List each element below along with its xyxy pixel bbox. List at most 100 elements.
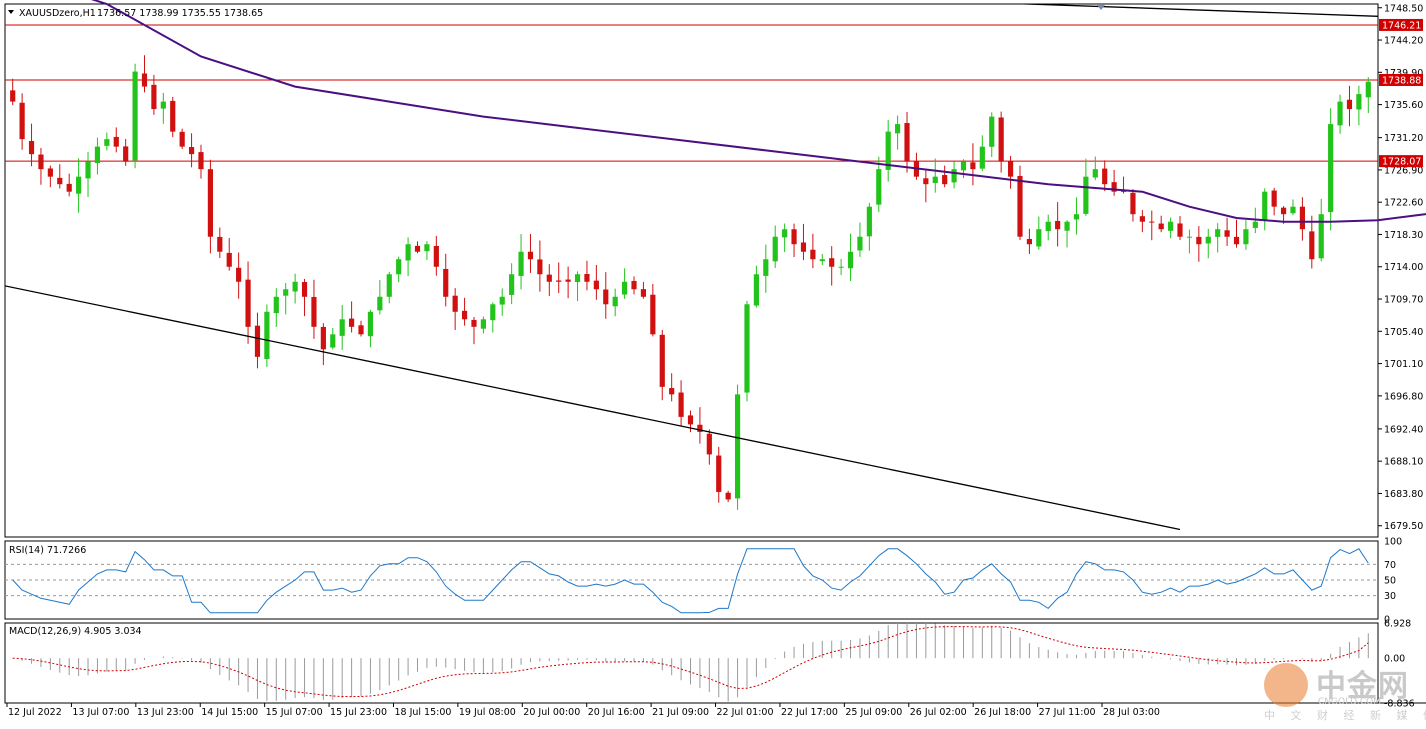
candle[interactable] — [1111, 169, 1117, 196]
candle[interactable] — [847, 233, 854, 281]
candle[interactable] — [1036, 216, 1042, 250]
candle[interactable] — [895, 115, 901, 150]
candle[interactable] — [1215, 223, 1221, 253]
candle[interactable] — [1130, 189, 1136, 222]
candle[interactable] — [1045, 214, 1051, 241]
candle[interactable] — [264, 304, 270, 367]
candle[interactable] — [1309, 215, 1315, 269]
candle[interactable] — [819, 253, 825, 266]
candle[interactable] — [1158, 215, 1164, 233]
candle[interactable] — [763, 244, 769, 293]
candle[interactable] — [66, 173, 72, 197]
candle[interactable] — [1196, 226, 1202, 262]
candle[interactable] — [622, 268, 628, 299]
candle[interactable] — [273, 288, 279, 327]
candle[interactable] — [499, 288, 505, 316]
candle[interactable] — [320, 323, 326, 366]
candle[interactable] — [556, 262, 562, 294]
candle[interactable] — [716, 446, 722, 503]
candle[interactable] — [217, 227, 223, 258]
candle[interactable] — [989, 112, 995, 158]
candle[interactable] — [1365, 77, 1371, 114]
candle[interactable] — [1017, 165, 1023, 240]
candle[interactable] — [85, 152, 91, 198]
candle[interactable] — [1168, 217, 1174, 239]
candle[interactable] — [612, 288, 618, 317]
candle[interactable] — [245, 261, 251, 344]
candle[interactable] — [1262, 188, 1268, 231]
candle[interactable] — [254, 312, 261, 369]
trading-chart[interactable]: 1748.50 1744.20 1739.90 1735.60 1731.20 1726.… — [0, 0, 1426, 725]
candle[interactable] — [885, 120, 891, 182]
candle[interactable] — [1205, 228, 1211, 259]
candle[interactable] — [349, 301, 355, 333]
candle[interactable] — [94, 137, 101, 175]
candle[interactable] — [960, 159, 967, 179]
candle[interactable] — [932, 158, 938, 193]
candle[interactable] — [38, 147, 44, 185]
candle[interactable] — [951, 161, 957, 189]
candle[interactable] — [226, 238, 232, 271]
candle[interactable] — [311, 279, 317, 339]
candle[interactable] — [1149, 210, 1155, 241]
candle[interactable] — [1290, 199, 1296, 216]
candle[interactable] — [791, 223, 797, 258]
candle[interactable] — [838, 258, 844, 276]
candle[interactable] — [57, 164, 63, 189]
candle[interactable] — [1177, 216, 1183, 241]
candle[interactable] — [725, 490, 731, 503]
candle[interactable] — [170, 96, 176, 138]
candle[interactable] — [518, 234, 524, 290]
candle[interactable] — [1055, 202, 1061, 247]
candle[interactable] — [386, 271, 392, 304]
chart-shift-marker-icon[interactable] — [1097, 5, 1105, 10]
candle[interactable] — [396, 256, 402, 283]
candle[interactable] — [631, 276, 637, 295]
candle[interactable] — [942, 165, 948, 188]
candle[interactable] — [28, 123, 35, 167]
candle[interactable] — [490, 302, 496, 333]
candle[interactable] — [424, 241, 430, 260]
candle[interactable] — [593, 265, 599, 300]
candle[interactable] — [998, 111, 1004, 173]
candle[interactable] — [339, 305, 345, 350]
candle[interactable] — [923, 169, 929, 203]
collapse-triangle-icon[interactable] — [8, 10, 14, 14]
candle[interactable] — [669, 373, 675, 402]
candle[interactable] — [104, 132, 110, 151]
chart-canvas[interactable]: 1748.501744.201739.901735.601731.201726.… — [0, 0, 1426, 725]
candle[interactable] — [640, 281, 647, 299]
candle[interactable] — [1224, 217, 1230, 246]
candle[interactable] — [461, 297, 468, 326]
candle[interactable] — [1299, 197, 1305, 241]
candle[interactable] — [546, 264, 552, 296]
candle[interactable] — [179, 128, 185, 149]
candle[interactable] — [904, 112, 910, 173]
candle[interactable] — [565, 266, 571, 299]
candle[interactable] — [810, 233, 816, 269]
candle[interactable] — [1318, 198, 1324, 262]
candle[interactable] — [377, 280, 383, 315]
candle[interactable] — [603, 272, 609, 319]
candle[interactable] — [10, 78, 16, 106]
candle[interactable] — [829, 246, 835, 286]
candle[interactable] — [1346, 85, 1353, 127]
candle[interactable] — [1073, 197, 1080, 235]
candle[interactable] — [650, 283, 656, 337]
candle[interactable] — [1139, 210, 1145, 233]
candle[interactable] — [283, 282, 289, 315]
candle[interactable] — [1233, 219, 1240, 248]
candle[interactable] — [188, 133, 195, 168]
candle[interactable] — [866, 202, 872, 251]
candle[interactable] — [236, 252, 242, 299]
trendline[interactable] — [389, 0, 1426, 53]
candle[interactable] — [19, 93, 25, 150]
candle[interactable] — [1328, 108, 1334, 231]
candle[interactable] — [1243, 220, 1249, 250]
candle[interactable] — [113, 127, 119, 153]
candle[interactable] — [706, 429, 712, 465]
candle[interactable] — [574, 271, 581, 302]
candle[interactable] — [160, 92, 166, 124]
candle[interactable] — [1271, 187, 1277, 216]
candle[interactable] — [1064, 220, 1070, 248]
